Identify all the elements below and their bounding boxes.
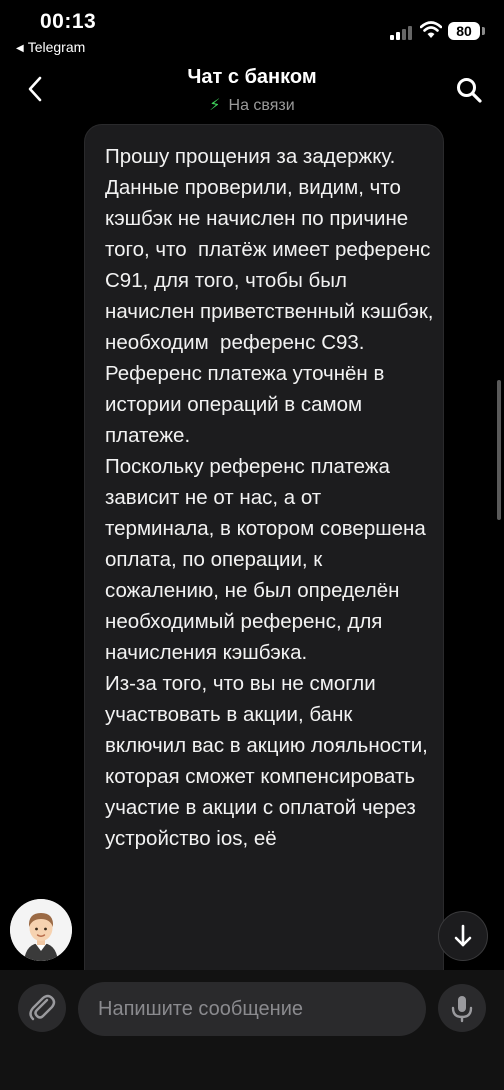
microphone-button[interactable] xyxy=(438,984,486,1032)
message-text: Прошу прощения за задержку. Данные прове… xyxy=(105,145,434,850)
signal-icon xyxy=(390,24,414,40)
status-time: 00:13 xyxy=(40,10,97,33)
back-app-label: Telegram xyxy=(27,39,86,55)
search-icon[interactable] xyxy=(455,76,483,104)
scrollbar[interactable] xyxy=(497,380,501,520)
bolt-icon: ⚡ xyxy=(209,97,221,114)
back-triangle-icon: ◀ xyxy=(16,43,24,54)
chat-header: Чат с банком ⚡ На связи xyxy=(0,62,504,120)
paperclip-icon xyxy=(29,994,56,1021)
message-composer: Напишите сообщение xyxy=(0,970,504,1090)
avatar[interactable] xyxy=(10,899,72,961)
attach-button[interactable] xyxy=(18,984,66,1032)
chat-status-label: На связи xyxy=(228,97,295,114)
chat-title: Чат с банком xyxy=(187,66,317,88)
battery-tip xyxy=(482,27,485,35)
status-bar: 00:13 ◀ Telegram 80 xyxy=(0,0,504,62)
wifi-icon xyxy=(420,20,442,40)
battery-icon: 80 xyxy=(448,22,480,40)
back-to-app-link[interactable]: ◀ Telegram xyxy=(16,39,85,55)
message-bubble[interactable]: Прошу прощения за задержку. Данные прове… xyxy=(84,124,444,1024)
scroll-down-button[interactable] xyxy=(438,911,488,961)
chat-status: ⚡ На связи xyxy=(0,95,504,115)
arrow-down-icon xyxy=(454,924,472,947)
message-input[interactable]: Напишите сообщение xyxy=(78,982,426,1036)
microphone-icon xyxy=(451,996,473,1023)
